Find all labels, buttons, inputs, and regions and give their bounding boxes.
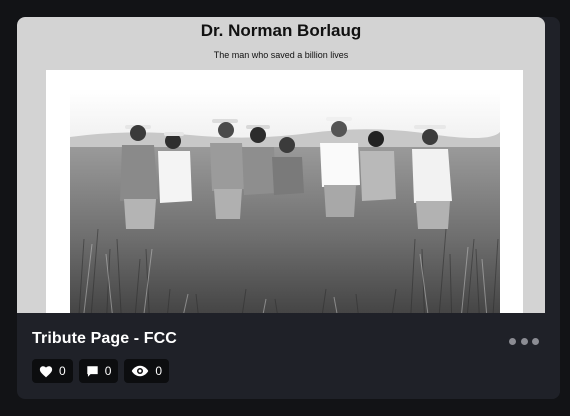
pen-title[interactable]: Tribute Page - FCC [32, 330, 177, 348]
ellipsis-icon [509, 337, 516, 345]
preview-image-frame [46, 70, 523, 313]
stats-bar: 0 0 0 [32, 359, 170, 383]
pen-card[interactable]: Dr. Norman Borlaug The man who saved a b… [17, 17, 560, 399]
comment-icon [86, 365, 98, 377]
heart-icon [39, 365, 53, 377]
pen-preview[interactable]: Dr. Norman Borlaug The man who saved a b… [17, 17, 545, 313]
view-button[interactable]: 0 [124, 359, 170, 383]
comment-count: 0 [104, 364, 112, 378]
ellipsis-icon [520, 337, 528, 345]
ellipsis-icon [532, 337, 539, 345]
comment-button[interactable]: 0 [78, 359, 119, 383]
eye-icon [132, 365, 149, 377]
wheat-field-photo [70, 89, 500, 313]
like-button[interactable]: 0 [32, 359, 73, 383]
like-count: 0 [59, 364, 66, 378]
preview-subheading: The man who saved a billion lives [213, 50, 349, 60]
view-count: 0 [155, 364, 163, 378]
more-options-button[interactable] [509, 335, 539, 347]
preview-heading: Dr. Norman Borlaug [200, 21, 362, 40]
